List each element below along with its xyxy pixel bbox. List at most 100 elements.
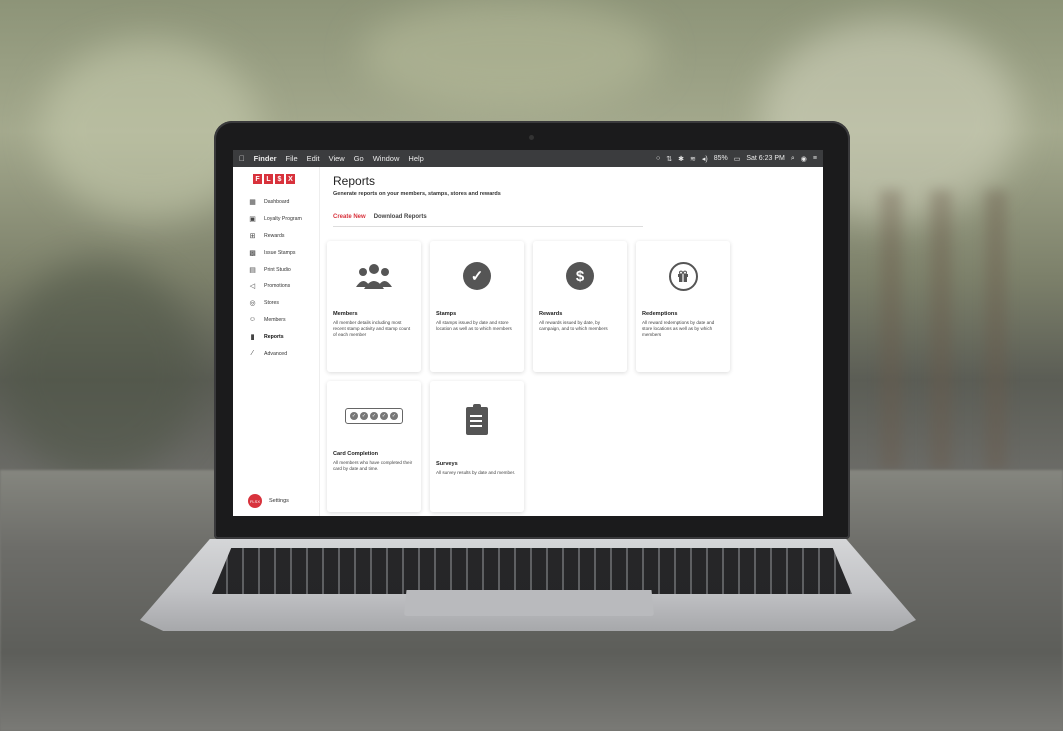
circle-status-icon[interactable]: ○ bbox=[656, 155, 660, 162]
card-title: Members bbox=[333, 311, 358, 317]
clipboard-icon bbox=[466, 404, 488, 435]
bluetooth-icon[interactable]: ✱ bbox=[678, 155, 684, 163]
report-card-members[interactable]: Members All member details including mos… bbox=[327, 241, 421, 372]
status-tray: ○ ⇅ ✱ ≋ ◂) 85% ▭ Sat 6:23 PM ⌕ ◉ ≡ bbox=[656, 155, 817, 163]
sidebar-item-stores[interactable]: ◎ Stores bbox=[233, 295, 319, 312]
menu-go[interactable]: Go bbox=[354, 154, 364, 163]
stamp-card-icon: ✓ ✓ ✓ ✓ ✓ bbox=[345, 408, 403, 424]
dashboard-icon: ▦ bbox=[249, 199, 256, 207]
trackpad bbox=[404, 590, 654, 616]
megaphone-icon: ◁ bbox=[249, 283, 256, 291]
sidebar-item-loyalty-program[interactable]: ▣ Loyalty Program bbox=[233, 211, 319, 228]
app-logo[interactable]: F L $ X bbox=[253, 174, 319, 184]
background-railing bbox=[880, 190, 902, 470]
card-description: All reward redemptions by date and store… bbox=[642, 320, 715, 338]
settings-label: Settings bbox=[269, 498, 289, 504]
control-center-icon[interactable]: ≡ bbox=[813, 155, 817, 162]
card-title: Stamps bbox=[436, 311, 457, 317]
menu-help[interactable]: Help bbox=[408, 154, 423, 163]
battery-icon[interactable]: ▭ bbox=[734, 155, 741, 163]
gift-icon bbox=[668, 261, 698, 291]
sidebar-item-label: Members bbox=[264, 316, 286, 323]
sidebar-nav: ▦ Dashboard ▣ Loyalty Program ⊞ Rewards ▩ Is… bbox=[233, 194, 319, 362]
report-card-rewards[interactable]: $ Rewards All rewards issued by date, by… bbox=[533, 241, 627, 372]
print-icon: ▤ bbox=[249, 266, 256, 274]
sidebar-item-members[interactable]: ☺ Members bbox=[233, 312, 319, 329]
sidebar-item-print-studio[interactable]: ▤ Print Studio bbox=[233, 261, 319, 278]
report-card-stamps[interactable]: ✓ Stamps All stamps issued by date and s… bbox=[430, 241, 524, 372]
background-railing bbox=[930, 190, 952, 470]
card-description: All members who have completed their car… bbox=[333, 460, 413, 472]
sidebar-item-issue-stamps[interactable]: ▩ Issue Stamps bbox=[233, 244, 319, 261]
sidebar-item-promotions[interactable]: ◁ Promotions bbox=[233, 278, 319, 295]
sidebar-item-label: Rewards bbox=[264, 232, 285, 239]
sidebar-item-label: Promotions bbox=[264, 283, 291, 290]
avatar: FLSX bbox=[248, 494, 262, 508]
battery-percent: 85% bbox=[713, 155, 728, 162]
clock[interactable]: Sat 6:23 PM bbox=[746, 155, 785, 162]
sidebar-item-rewards[interactable]: ⊞ Rewards bbox=[233, 228, 319, 245]
card-title: Card Completion bbox=[333, 451, 379, 457]
background-railing bbox=[985, 190, 1007, 470]
camera-icon bbox=[529, 135, 534, 140]
report-card-redemptions[interactable]: Redemptions All reward redemptions by da… bbox=[636, 241, 730, 372]
members-icon: ☺ bbox=[248, 316, 257, 324]
page-subtitle: Generate reports on your members, stamps… bbox=[333, 191, 501, 197]
tab-create-new[interactable]: Create New bbox=[333, 214, 366, 220]
sidebar: F L $ X ▦ Dashboard ▣ Loyalty Program ⊞ Rew… bbox=[233, 167, 320, 516]
logo-letter: L bbox=[264, 174, 273, 184]
sidebar-item-advanced[interactable]: ⁄ Advanced bbox=[233, 345, 319, 362]
sidebar-item-label: Issue Stamps bbox=[264, 249, 296, 256]
siri-icon[interactable]: ◉ bbox=[801, 155, 807, 163]
apple-menu-icon[interactable]:  bbox=[239, 154, 245, 163]
sidebar-item-label: Dashboard bbox=[264, 199, 290, 206]
wifi-icon[interactable]: ≋ bbox=[690, 155, 696, 163]
qr-icon: ▩ bbox=[249, 249, 256, 257]
logo-letter: $ bbox=[275, 174, 284, 184]
card-title: Surveys bbox=[436, 461, 458, 467]
gift-icon: ⊞ bbox=[249, 232, 256, 240]
card-title: Redemptions bbox=[642, 311, 678, 317]
menu-window[interactable]: Window bbox=[373, 154, 400, 163]
reports-icon: ▮ bbox=[250, 333, 255, 341]
report-card-card-completion[interactable]: ✓ ✓ ✓ ✓ ✓ Card Completion All members who ha… bbox=[327, 381, 421, 512]
report-cards: Members All member details including mos… bbox=[327, 241, 823, 512]
tab-download-reports[interactable]: Download Reports bbox=[374, 214, 427, 220]
spotlight-search-icon[interactable]: ⌕ bbox=[791, 155, 795, 163]
settings-button[interactable]: FLSX Settings bbox=[248, 494, 289, 508]
volume-icon[interactable]: ◂) bbox=[702, 155, 708, 163]
users-icon bbox=[356, 264, 392, 289]
background-blur bbox=[0, 260, 200, 480]
menu-file[interactable]: File bbox=[286, 154, 298, 163]
mac-menubar:  Finder File Edit View Go Window Help ○… bbox=[233, 150, 823, 167]
menu-finder[interactable]: Finder bbox=[254, 154, 277, 163]
loyalty-icon: ▣ bbox=[249, 216, 256, 224]
sidebar-item-label: Advanced bbox=[264, 350, 288, 357]
dollar-icon: $ bbox=[566, 262, 594, 290]
checkmark-icon: ✓ bbox=[463, 262, 491, 290]
keyboard bbox=[212, 548, 852, 594]
report-tabs: Create New Download Reports bbox=[333, 214, 643, 227]
sidebar-item-dashboard[interactable]: ▦ Dashboard bbox=[233, 194, 319, 211]
card-title: Rewards bbox=[539, 311, 563, 317]
report-card-surveys[interactable]: Surveys All survey results by date and m… bbox=[430, 381, 524, 512]
sidebar-item-label: Print Studio bbox=[264, 266, 291, 273]
card-description: All member details including most recent… bbox=[333, 320, 411, 338]
card-description: All survey results by date and member. bbox=[436, 470, 516, 475]
logo-letter: F bbox=[253, 174, 262, 184]
screen:  Finder File Edit View Go Window Help ○… bbox=[233, 150, 823, 516]
sidebar-item-label: Reports bbox=[264, 333, 284, 340]
menu-view[interactable]: View bbox=[329, 154, 345, 163]
main-content: Reports Generate reports on your members… bbox=[320, 167, 823, 516]
card-description: All rewards issued by date, by campaign,… bbox=[539, 320, 608, 332]
card-description: All stamps issued by date and store loca… bbox=[436, 320, 512, 332]
sidebar-item-reports[interactable]: ▮ Reports bbox=[233, 328, 319, 345]
sidebar-item-label: Loyalty Program bbox=[264, 216, 302, 223]
sync-icon[interactable]: ⇅ bbox=[666, 155, 672, 163]
sidebar-item-label: Stores bbox=[264, 300, 279, 307]
app-window: F L $ X ▦ Dashboard ▣ Loyalty Program ⊞ Rew… bbox=[233, 167, 823, 516]
location-icon: ◎ bbox=[249, 300, 256, 308]
menu-edit[interactable]: Edit bbox=[307, 154, 320, 163]
page-title: Reports bbox=[333, 174, 376, 188]
wand-icon: ⁄ bbox=[251, 350, 254, 358]
